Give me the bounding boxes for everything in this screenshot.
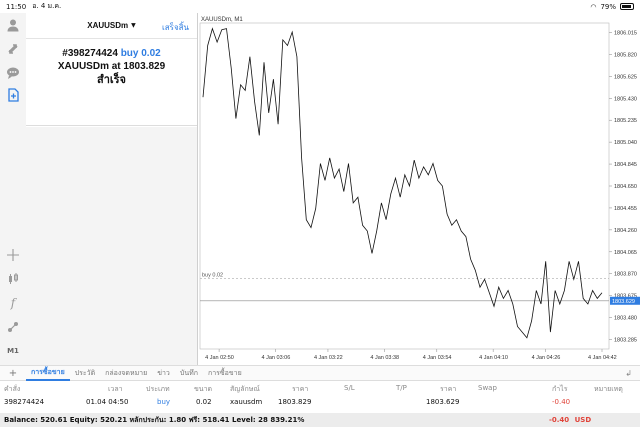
crosshair-icon[interactable] bbox=[5, 247, 21, 263]
price-tick-label: 1806.015 bbox=[614, 31, 637, 37]
col-profit: กำไร bbox=[552, 385, 568, 393]
status-time: 11:50 bbox=[6, 2, 27, 11]
price-tick-label: 1804.455 bbox=[614, 206, 637, 212]
new-order-icon[interactable] bbox=[5, 87, 21, 103]
status-date: อ. 4 ม.ค. bbox=[32, 2, 62, 10]
objects-icon[interactable] bbox=[5, 319, 21, 335]
price-tick-label: 1805.625 bbox=[614, 74, 637, 80]
cell-time: 01.04 04:50 bbox=[86, 398, 129, 406]
col-comment: หมายเหตุ bbox=[594, 385, 623, 393]
total-profit: -0.40 USD bbox=[549, 416, 591, 424]
chevron-down-icon[interactable]: ▼ bbox=[131, 22, 136, 29]
col-symbol: สัญลักษณ์ bbox=[230, 385, 260, 393]
status-right: ◠ 79% bbox=[590, 3, 634, 11]
cell-price: 1803.829 bbox=[278, 398, 312, 406]
chat-icon[interactable] bbox=[5, 65, 21, 81]
terminal-toolbar: + การซื้อขาย ประวัติ กล่องจดหมาย ข่าว บั… bbox=[0, 365, 640, 381]
done-button[interactable]: เสร็จสิ้น bbox=[162, 21, 189, 34]
bottom-area bbox=[0, 427, 640, 447]
price-tick-label: 1803.285 bbox=[614, 337, 637, 343]
price-tick-label: 1805.820 bbox=[614, 52, 637, 58]
time-tick-label: 4 Jan 03:54 bbox=[423, 355, 452, 361]
time-tick-label: 4 Jan 04:42 bbox=[588, 355, 617, 361]
price-chart[interactable]: XAUUSDm, M1 1806.015 1805.820 1805.625 1805.… bbox=[197, 13, 640, 365]
price-tick-label: 1805.430 bbox=[614, 96, 637, 102]
col-type: ประเภท bbox=[146, 385, 170, 393]
function-icon[interactable]: f bbox=[5, 295, 21, 311]
price-tick-label: 1803.480 bbox=[614, 316, 637, 322]
price-tick-label: 1804.650 bbox=[614, 184, 637, 190]
chevron-right-icon[interactable]: ↲ bbox=[625, 369, 632, 378]
balance-summary: Balance: 520.61 Equity: 520.21 หลักประกั… bbox=[4, 415, 305, 424]
add-icon[interactable]: + bbox=[0, 368, 26, 379]
order-ticket: #398274424 bbox=[62, 48, 118, 59]
cell-order: 398274424 bbox=[4, 398, 45, 406]
symbol-selector[interactable]: XAUUSDm bbox=[87, 21, 128, 30]
time-tick-label: 4 Jan 02:50 bbox=[205, 355, 234, 361]
order-panel: XAUUSDm ▼ เสร็จสิ้น #398274424 buy 0.02 … bbox=[26, 13, 197, 126]
price-tick-label: 1805.040 bbox=[614, 140, 637, 146]
col-size: ขนาด bbox=[194, 385, 213, 393]
col-swap: Swap bbox=[478, 384, 497, 392]
order-status: สำเร็จ bbox=[96, 73, 126, 86]
time-tick-label: 4 Jan 04:26 bbox=[532, 355, 561, 361]
price-tick-label: 1804.065 bbox=[614, 250, 637, 256]
price-tick-label: 1803.870 bbox=[614, 272, 637, 278]
status-bar: 11:50 อ. 4 ม.ค. ◠ 79% bbox=[0, 0, 640, 13]
col-tp: T/P bbox=[396, 384, 407, 392]
panel-blank-area bbox=[26, 127, 197, 365]
order-price: 1803.829 bbox=[123, 61, 166, 72]
tab-trade-2[interactable]: การซื้อขาย bbox=[203, 368, 247, 379]
col-time: เวลา bbox=[108, 385, 123, 393]
col-price: ราคา bbox=[292, 385, 309, 393]
cell-current-price: 1803.629 bbox=[426, 398, 460, 406]
order-price-line: XAUUSDm at 1803.829 bbox=[26, 60, 197, 73]
chart-canvas[interactable]: XAUUSDm, M1 1806.015 1805.820 1805.625 1805.… bbox=[198, 13, 640, 365]
price-tick-label: 1804.260 bbox=[614, 228, 637, 234]
cell-type: buy bbox=[157, 398, 171, 406]
tab-trade[interactable]: การซื้อขาย bbox=[26, 366, 70, 381]
cell-symbol: xauusdm bbox=[230, 398, 263, 406]
order-side: buy 0.02 bbox=[120, 48, 161, 59]
bid-price-label: 1803.629 bbox=[612, 299, 635, 305]
trade-icon[interactable] bbox=[5, 41, 21, 57]
order-result: #398274424 buy 0.02 XAUUSDm at 1803.829 … bbox=[26, 47, 197, 86]
timeframe-label[interactable]: M1 bbox=[4, 347, 22, 355]
cell-size: 0.02 bbox=[196, 398, 212, 406]
tab-journal[interactable]: บันทึก bbox=[175, 368, 203, 379]
battery-percent: 79% bbox=[600, 2, 616, 11]
total-profit-currency: USD bbox=[574, 416, 592, 424]
time-tick-label: 4 Jan 03:22 bbox=[314, 355, 343, 361]
time-tick-label: 4 Jan 04:10 bbox=[479, 355, 508, 361]
order-ticket-line: #398274424 buy 0.02 bbox=[26, 47, 197, 60]
order-line-label: buy 0.02 bbox=[202, 272, 223, 278]
col-order: คำสั่ง bbox=[4, 385, 21, 393]
price-tick-label: 1805.235 bbox=[614, 118, 637, 124]
tab-history[interactable]: ประวัติ bbox=[70, 368, 100, 379]
tab-news[interactable]: ข่าว bbox=[152, 368, 175, 379]
chart-title: XAUUSDm, M1 bbox=[201, 17, 243, 23]
price-tick-label: 1804.845 bbox=[614, 162, 637, 168]
table-header: คำสั่ง เวลา ประเภท ขนาด สัญลักษณ์ ราคา S… bbox=[0, 381, 640, 394]
left-toolbar: f M1 bbox=[0, 13, 26, 365]
time-tick-label: 4 Jan 03:06 bbox=[262, 355, 291, 361]
order-symbol: XAUUSDm at bbox=[57, 61, 121, 72]
col-sl: S/L bbox=[344, 384, 355, 392]
indicators-icon[interactable] bbox=[5, 271, 21, 287]
cell-profit: -0.40 bbox=[552, 398, 571, 406]
wifi-icon: ◠ bbox=[590, 2, 597, 11]
total-profit-value: -0.40 bbox=[549, 416, 570, 424]
table-row[interactable]: 398274424 01.04 04:50 buy 0.02 xauusdm 1… bbox=[0, 395, 640, 408]
plot-frame bbox=[199, 22, 610, 350]
col-current-price: ราคา bbox=[440, 385, 457, 393]
time-tick-label: 4 Jan 03:38 bbox=[370, 355, 399, 361]
balance-bar: Balance: 520.61 Equity: 520.21 หลักประกั… bbox=[0, 413, 640, 427]
battery-icon bbox=[620, 3, 634, 10]
price-line-series bbox=[202, 27, 603, 339]
tab-mailbox[interactable]: กล่องจดหมาย bbox=[100, 368, 152, 379]
account-icon[interactable] bbox=[5, 17, 21, 33]
